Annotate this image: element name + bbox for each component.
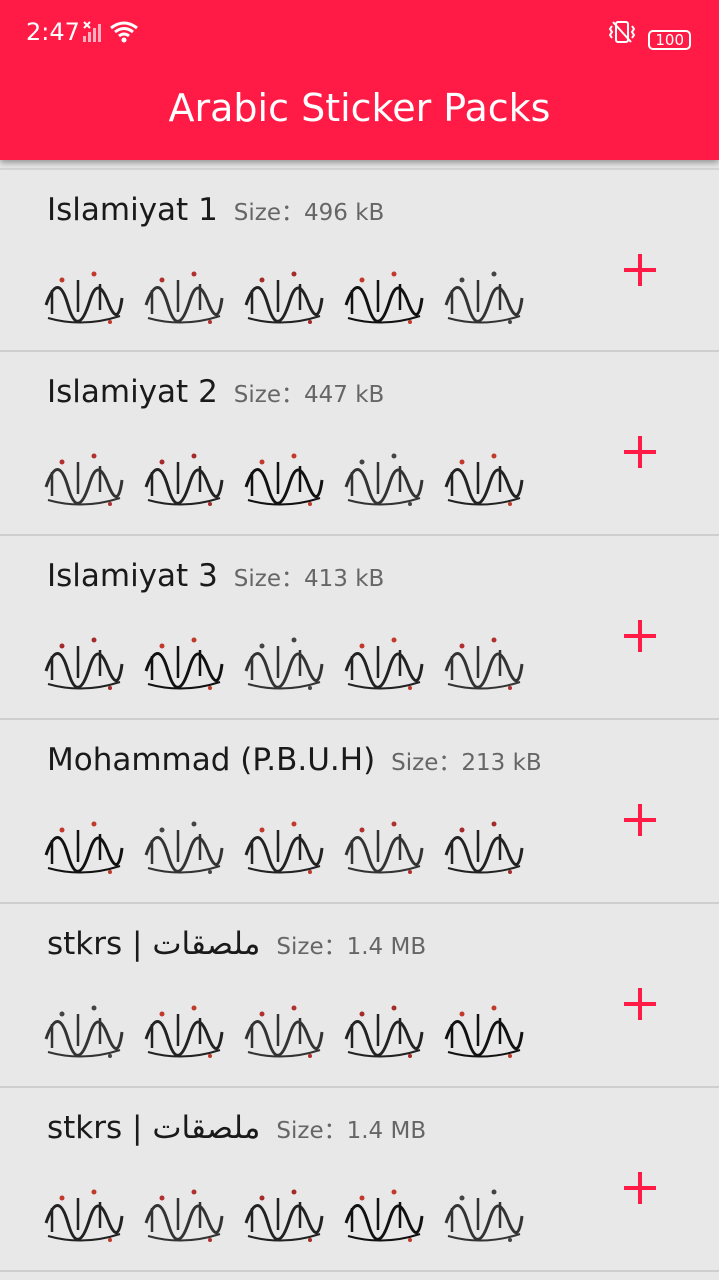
pack-size: Size：1.4 MB [276, 934, 426, 960]
calligraphy-sticker [144, 1005, 224, 1058]
page-title: Arabic Sticker Packs [168, 86, 551, 130]
calligraphy-sticker [244, 821, 324, 874]
size-value: 1.4 MB [346, 934, 427, 960]
add-pack-button[interactable] [612, 242, 668, 298]
calligraphy-sticker [44, 271, 124, 324]
pack-size: Size：213 kB [391, 750, 542, 776]
sticker-pack-row[interactable]: stkrs | ملصقات Size：1.4 MB [0, 904, 719, 1088]
calligraphy-sticker [344, 637, 424, 690]
calligraphy-sticker [344, 1005, 424, 1058]
pack-name: stkrs | ملصقات Size：1.4 MB [47, 1110, 426, 1146]
sticker-pack-row[interactable]: Islamiyat 2 Size：447 kB [0, 352, 719, 536]
calligraphy-sticker [144, 637, 224, 690]
pack-size: Size：447 kB [234, 382, 385, 408]
calligraphy-sticker [344, 821, 424, 874]
calligraphy-sticker [44, 821, 124, 874]
calligraphy-sticker [444, 271, 524, 324]
pack-name: Islamiyat 2 Size：447 kB [47, 374, 384, 410]
status-time: 2:47 [26, 18, 80, 46]
pack-title: Mohammad (P.B.U.H) [47, 742, 376, 778]
add-pack-button[interactable] [612, 976, 668, 1032]
calligraphy-sticker [444, 1005, 524, 1058]
pack-name: stkrs | ملصقات Size：1.4 MB [47, 926, 426, 962]
calligraphy-sticker [344, 271, 424, 324]
size-value: 213 kB [461, 750, 542, 776]
size-value: 413 kB [304, 566, 385, 592]
calligraphy-sticker [144, 271, 224, 324]
sticker-preview-row [38, 1168, 538, 1258]
calligraphy-sticker [344, 1189, 424, 1242]
size-label: Size： [233, 566, 305, 592]
sticker-pack-list: Islamiyat 1 Size：496 kB Islamiyat 2 Size：44… [0, 168, 719, 1272]
calligraphy-sticker [244, 1189, 324, 1242]
calligraphy-sticker [44, 453, 124, 506]
pack-size: Size：413 kB [234, 566, 385, 592]
add-pack-button[interactable] [612, 424, 668, 480]
calligraphy-sticker [144, 453, 224, 506]
calligraphy-sticker [144, 821, 224, 874]
pack-title: stkrs | ملصقات [47, 1110, 261, 1146]
size-value: 496 kB [304, 200, 385, 226]
status-icons-right: 100 [607, 20, 691, 50]
battery-icon: 100 [648, 29, 691, 50]
sticker-pack-row[interactable]: stkrs | ملصقات Size：1.4 MB [0, 1088, 719, 1272]
add-pack-button[interactable] [612, 792, 668, 848]
size-value: 447 kB [304, 382, 385, 408]
size-label: Size： [233, 200, 305, 226]
calligraphy-sticker [344, 453, 424, 506]
add-pack-button[interactable] [612, 1160, 668, 1216]
calligraphy-sticker [244, 1005, 324, 1058]
size-value: 1.4 MB [346, 1118, 427, 1144]
calligraphy-sticker [44, 1005, 124, 1058]
pack-title: Islamiyat 2 [47, 374, 218, 410]
calligraphy-sticker [444, 637, 524, 690]
calligraphy-sticker [444, 821, 524, 874]
size-label: Size： [233, 382, 305, 408]
vibrate-icon [609, 21, 636, 43]
sticker-preview-row [38, 984, 538, 1074]
pack-name: Islamiyat 3 Size：413 kB [47, 558, 384, 594]
sticker-pack-row[interactable]: Islamiyat 1 Size：496 kB [0, 168, 719, 352]
calligraphy-sticker [444, 453, 524, 506]
wifi-icon [110, 21, 139, 43]
pack-title: Islamiyat 1 [47, 192, 218, 228]
sticker-preview-row [38, 800, 538, 890]
pack-title: stkrs | ملصقات [47, 926, 261, 962]
calligraphy-sticker [244, 637, 324, 690]
pack-name: Mohammad (P.B.U.H) Size：213 kB [47, 742, 542, 778]
size-label: Size： [276, 934, 347, 960]
calligraphy-sticker [44, 1189, 124, 1242]
calligraphy-sticker [444, 1189, 524, 1242]
add-pack-button[interactable] [612, 608, 668, 664]
sticker-pack-row[interactable]: Islamiyat 3 Size：413 kB [0, 536, 719, 720]
calligraphy-sticker [44, 637, 124, 690]
calligraphy-sticker [144, 1189, 224, 1242]
sticker-preview-row [38, 616, 538, 706]
pack-title: Islamiyat 3 [47, 558, 218, 594]
app-bar: 2:47 100 Arabic Sticker Packs [0, 0, 719, 160]
pack-size: Size：496 kB [234, 200, 385, 226]
status-icons-left [82, 20, 139, 48]
sticker-pack-row[interactable]: Mohammad (P.B.U.H) Size：213 kB [0, 720, 719, 904]
pack-size: Size：1.4 MB [276, 1118, 426, 1144]
calligraphy-sticker [244, 271, 324, 324]
size-label: Size： [391, 750, 462, 776]
calligraphy-sticker [244, 453, 324, 506]
pack-name: Islamiyat 1 Size：496 kB [47, 192, 384, 228]
sticker-preview-row [38, 250, 538, 340]
status-bar: 2:47 100 [0, 0, 719, 64]
no-signal-icon [83, 21, 101, 42]
sticker-preview-row [38, 432, 538, 522]
size-label: Size： [276, 1118, 347, 1144]
